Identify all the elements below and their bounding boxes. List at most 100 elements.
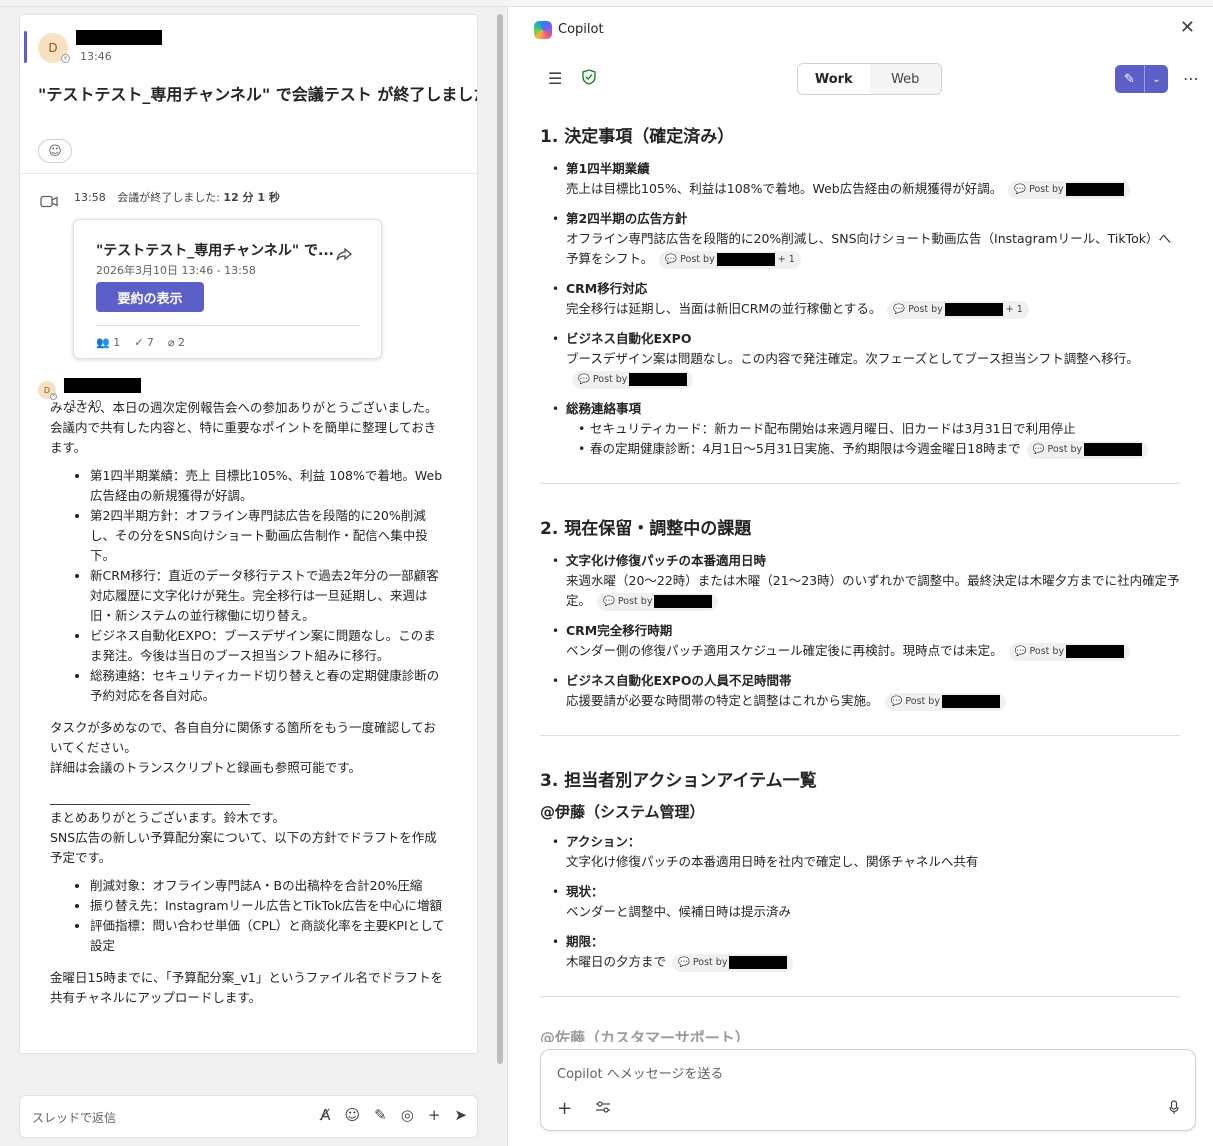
loop-icon[interactable]: ◎ [401, 1106, 414, 1124]
item-desc: 完全移行は延期し、当面は新旧CRMの並行稼働とする。 [566, 301, 882, 316]
post-by-label: Post by [1047, 443, 1083, 455]
plus-icon[interactable]: + [428, 1106, 441, 1124]
message-text: 金曜日15時までに、「予算配分案_v1」というファイル名でドラフトを共有チャネル… [50, 970, 444, 1005]
post-by-label: Post by [908, 303, 943, 315]
list-item: 文字化け修復パッチの本番適用日時来週水曜（20～22時）または木曜（21～23時… [552, 551, 1180, 611]
emoji-icon[interactable]: ☺ [345, 1106, 361, 1124]
tab-web[interactable]: Web [869, 64, 941, 94]
chat-icon: 💬 [1014, 183, 1027, 195]
item-title: 文字化け修復パッチの本番適用日時 [566, 553, 767, 568]
chat-icon: 💬 [665, 253, 678, 265]
assignee-heading: @佐藤（カスタマーサポート） [540, 1029, 750, 1042]
input-placeholder: Copilot へメッセージを送る [557, 1067, 724, 1082]
citation-chip[interactable]: 💬 Post by + 1 [887, 300, 1029, 319]
list-item: 第1四半期業績売上は目標比105%、利益は108%で着地。Web広告経由の新規獲… [552, 159, 1180, 199]
share-icon[interactable] [336, 247, 352, 266]
assignee-heading: @伊藤（システム管理） [540, 803, 705, 821]
message-text: SNS広告の新しい予算配分案について、以下の方針でドラフトを作成予定です。 [50, 830, 437, 865]
divider [20, 173, 477, 174]
post-by-label: Post by [1029, 645, 1065, 657]
system-time: 13:58 [74, 191, 106, 204]
message-text: みなさん、本日の週次定例報告会への参加ありがとうございました。 [50, 400, 438, 415]
attachments-stat[interactable]: ⌀ 2 [168, 336, 185, 349]
send-icon[interactable]: ➤ [454, 1106, 467, 1124]
presence-offline-icon: × [61, 54, 70, 63]
emoji-add-icon: ☺ [48, 143, 62, 159]
chat-icon: 💬 [893, 303, 906, 315]
chat-icon: 💬 [678, 956, 690, 968]
view-summary-button[interactable]: 要約の表示 [96, 282, 204, 312]
chat-icon: 💬 [1032, 443, 1045, 455]
section-items: 文字化け修復パッチの本番適用日時来週水曜（20～22時）または木曜（21～23時… [552, 551, 1180, 711]
message-text: まとめありがとうございます。鈴木です。 [50, 810, 286, 825]
list-item: 新CRM移行：直近のデータ移行テストで過去2年分の一部顧客対応履歴に文字化けが発… [90, 566, 445, 626]
message-text: タスクが多めなので、各自自分に関係する箇所をもう一度確認しておいてください。 [50, 720, 436, 755]
card-title[interactable]: "テストテスト_専用チャンネル" で... [96, 240, 334, 260]
more-options-icon[interactable]: ⋯ [1183, 69, 1199, 88]
pane-splitter[interactable] [497, 14, 503, 1064]
action-items: アクション：文字化け修復パッチの本番適用日時を社内で確定し、関係チャネルへ共有 … [552, 832, 1180, 972]
menu-icon[interactable]: ☰ [548, 69, 562, 88]
post-by-label: Post by [680, 253, 715, 265]
divider [540, 996, 1180, 997]
redacted-name [729, 956, 788, 969]
item-title: ビジネス自動化EXPOの人員不足時間帯 [566, 673, 792, 688]
copilot-message-input[interactable]: Copilot へメッセージを送る + [540, 1049, 1196, 1131]
item-desc: 売上は目標比105%、利益は108%で着地。Web広告経由の新規獲得が好調。 [566, 181, 1003, 196]
meeting-card[interactable]: "テストテスト_専用チャンネル" で... 2026年3月10日 13:46 -… [73, 219, 382, 359]
reply-input[interactable]: スレッドで返信 A̸ ☺ ✎ ◎ + ➤ [19, 1095, 478, 1138]
mode-tabs: Work Web [797, 63, 942, 95]
new-chat-icon[interactable]: ✎ [1115, 65, 1145, 93]
redacted-name [654, 595, 713, 608]
copilot-title: Copilot [558, 22, 604, 37]
teams-window: D × 13:46 "テストテスト_専用チャンネル" で会議テスト が終了しまし… [0, 0, 1213, 1146]
citation-chip[interactable]: 💬 Post by [1008, 642, 1131, 661]
redacted-name [76, 30, 162, 45]
message-time: 13:46 [80, 50, 112, 63]
redacted-name [716, 253, 775, 266]
video-camera-icon [40, 195, 58, 212]
message-body: みなさん、本日の週次定例報告会への参加ありがとうございました。 会議内で共有した… [50, 398, 445, 1008]
card-stats: 👥 1 ✓ 7 ⌀ 2 [96, 336, 185, 349]
chat-icon: 💬 [603, 595, 615, 607]
citation-chip[interactable]: 💬 Post by [1008, 180, 1130, 199]
section-pending: 2. 現在保留・調整中の課題 文字化け修復パッチの本番適用日時来週水曜（20～2… [540, 514, 1180, 711]
participants-count: 1 [113, 336, 121, 349]
redacted-name [64, 378, 141, 393]
post-by-label: Post by [692, 956, 728, 968]
list-item: ビジネス自動化EXPOの人員不足時間帯応援要請が必要な時間帯の特定と調整はこれか… [552, 671, 1180, 711]
meeting-ended-title: "テストテスト_専用チャンネル" で会議テスト が終了しました [38, 85, 478, 104]
citation-chip[interactable]: 💬 Post by [597, 592, 719, 611]
plus-icon[interactable]: + [557, 1098, 572, 1119]
post-by-label: Post by [617, 595, 653, 607]
thread-pane: D × 13:46 "テストテスト_専用チャンネル" で会議テスト が終了しまし… [0, 0, 505, 1146]
new-chat-button[interactable]: ✎ ⌄ [1115, 65, 1168, 93]
participants-stat[interactable]: 👥 1 [96, 336, 120, 349]
section-heading: 3. 担当者別アクションアイテム一覧 [540, 771, 817, 791]
sub-list: セキュリティカード：新カード配布開始は来週月曜日、旧カードは3月31日で利用停止… [566, 419, 1180, 459]
list-item: 第1四半期業績：売上 目標比105%、利益 108%で着地。Web広告経由の新規… [90, 466, 445, 506]
citation-chip[interactable]: 💬 Post by [1026, 440, 1149, 459]
chevron-down-icon[interactable]: ⌄ [1145, 65, 1168, 93]
copilot-edit-icon[interactable]: ✎ [374, 1106, 387, 1124]
divider [540, 735, 1180, 736]
citation-chip[interactable]: 💬 Post by [884, 692, 1006, 711]
item-title: アクション： [566, 834, 641, 849]
format-icon[interactable]: A̸ [320, 1106, 330, 1124]
microphone-icon[interactable] [1169, 1100, 1179, 1119]
settings-sliders-icon[interactable] [595, 1100, 611, 1118]
add-reaction-button[interactable]: ☺ [38, 139, 72, 163]
tasks-stat[interactable]: ✓ 7 [134, 336, 154, 349]
copilot-pane: Copilot ✕ ☰ Work Web ✎ ⌄ ⋯ 1. 決定事項（確定済み）… [507, 7, 1213, 1146]
citation-chip[interactable]: 💬 Post by + 1 [659, 250, 801, 269]
close-icon[interactable]: ✕ [1180, 17, 1195, 38]
reply-toolbar: A̸ ☺ ✎ ◎ + ➤ [320, 1106, 467, 1124]
item-desc: 木曜日の夕方まで [566, 954, 667, 969]
list-item: CRM移行対応完全移行は延期し、当面は新旧CRMの並行稼働とする。 💬 Post … [552, 279, 1180, 319]
tab-work[interactable]: Work [798, 64, 870, 94]
tasks-count: 7 [146, 336, 154, 349]
citation-chip[interactable]: 💬 Post by [572, 370, 694, 389]
citation-chip[interactable]: 💬 Post by [672, 953, 794, 972]
shield-check-icon[interactable] [582, 69, 596, 89]
